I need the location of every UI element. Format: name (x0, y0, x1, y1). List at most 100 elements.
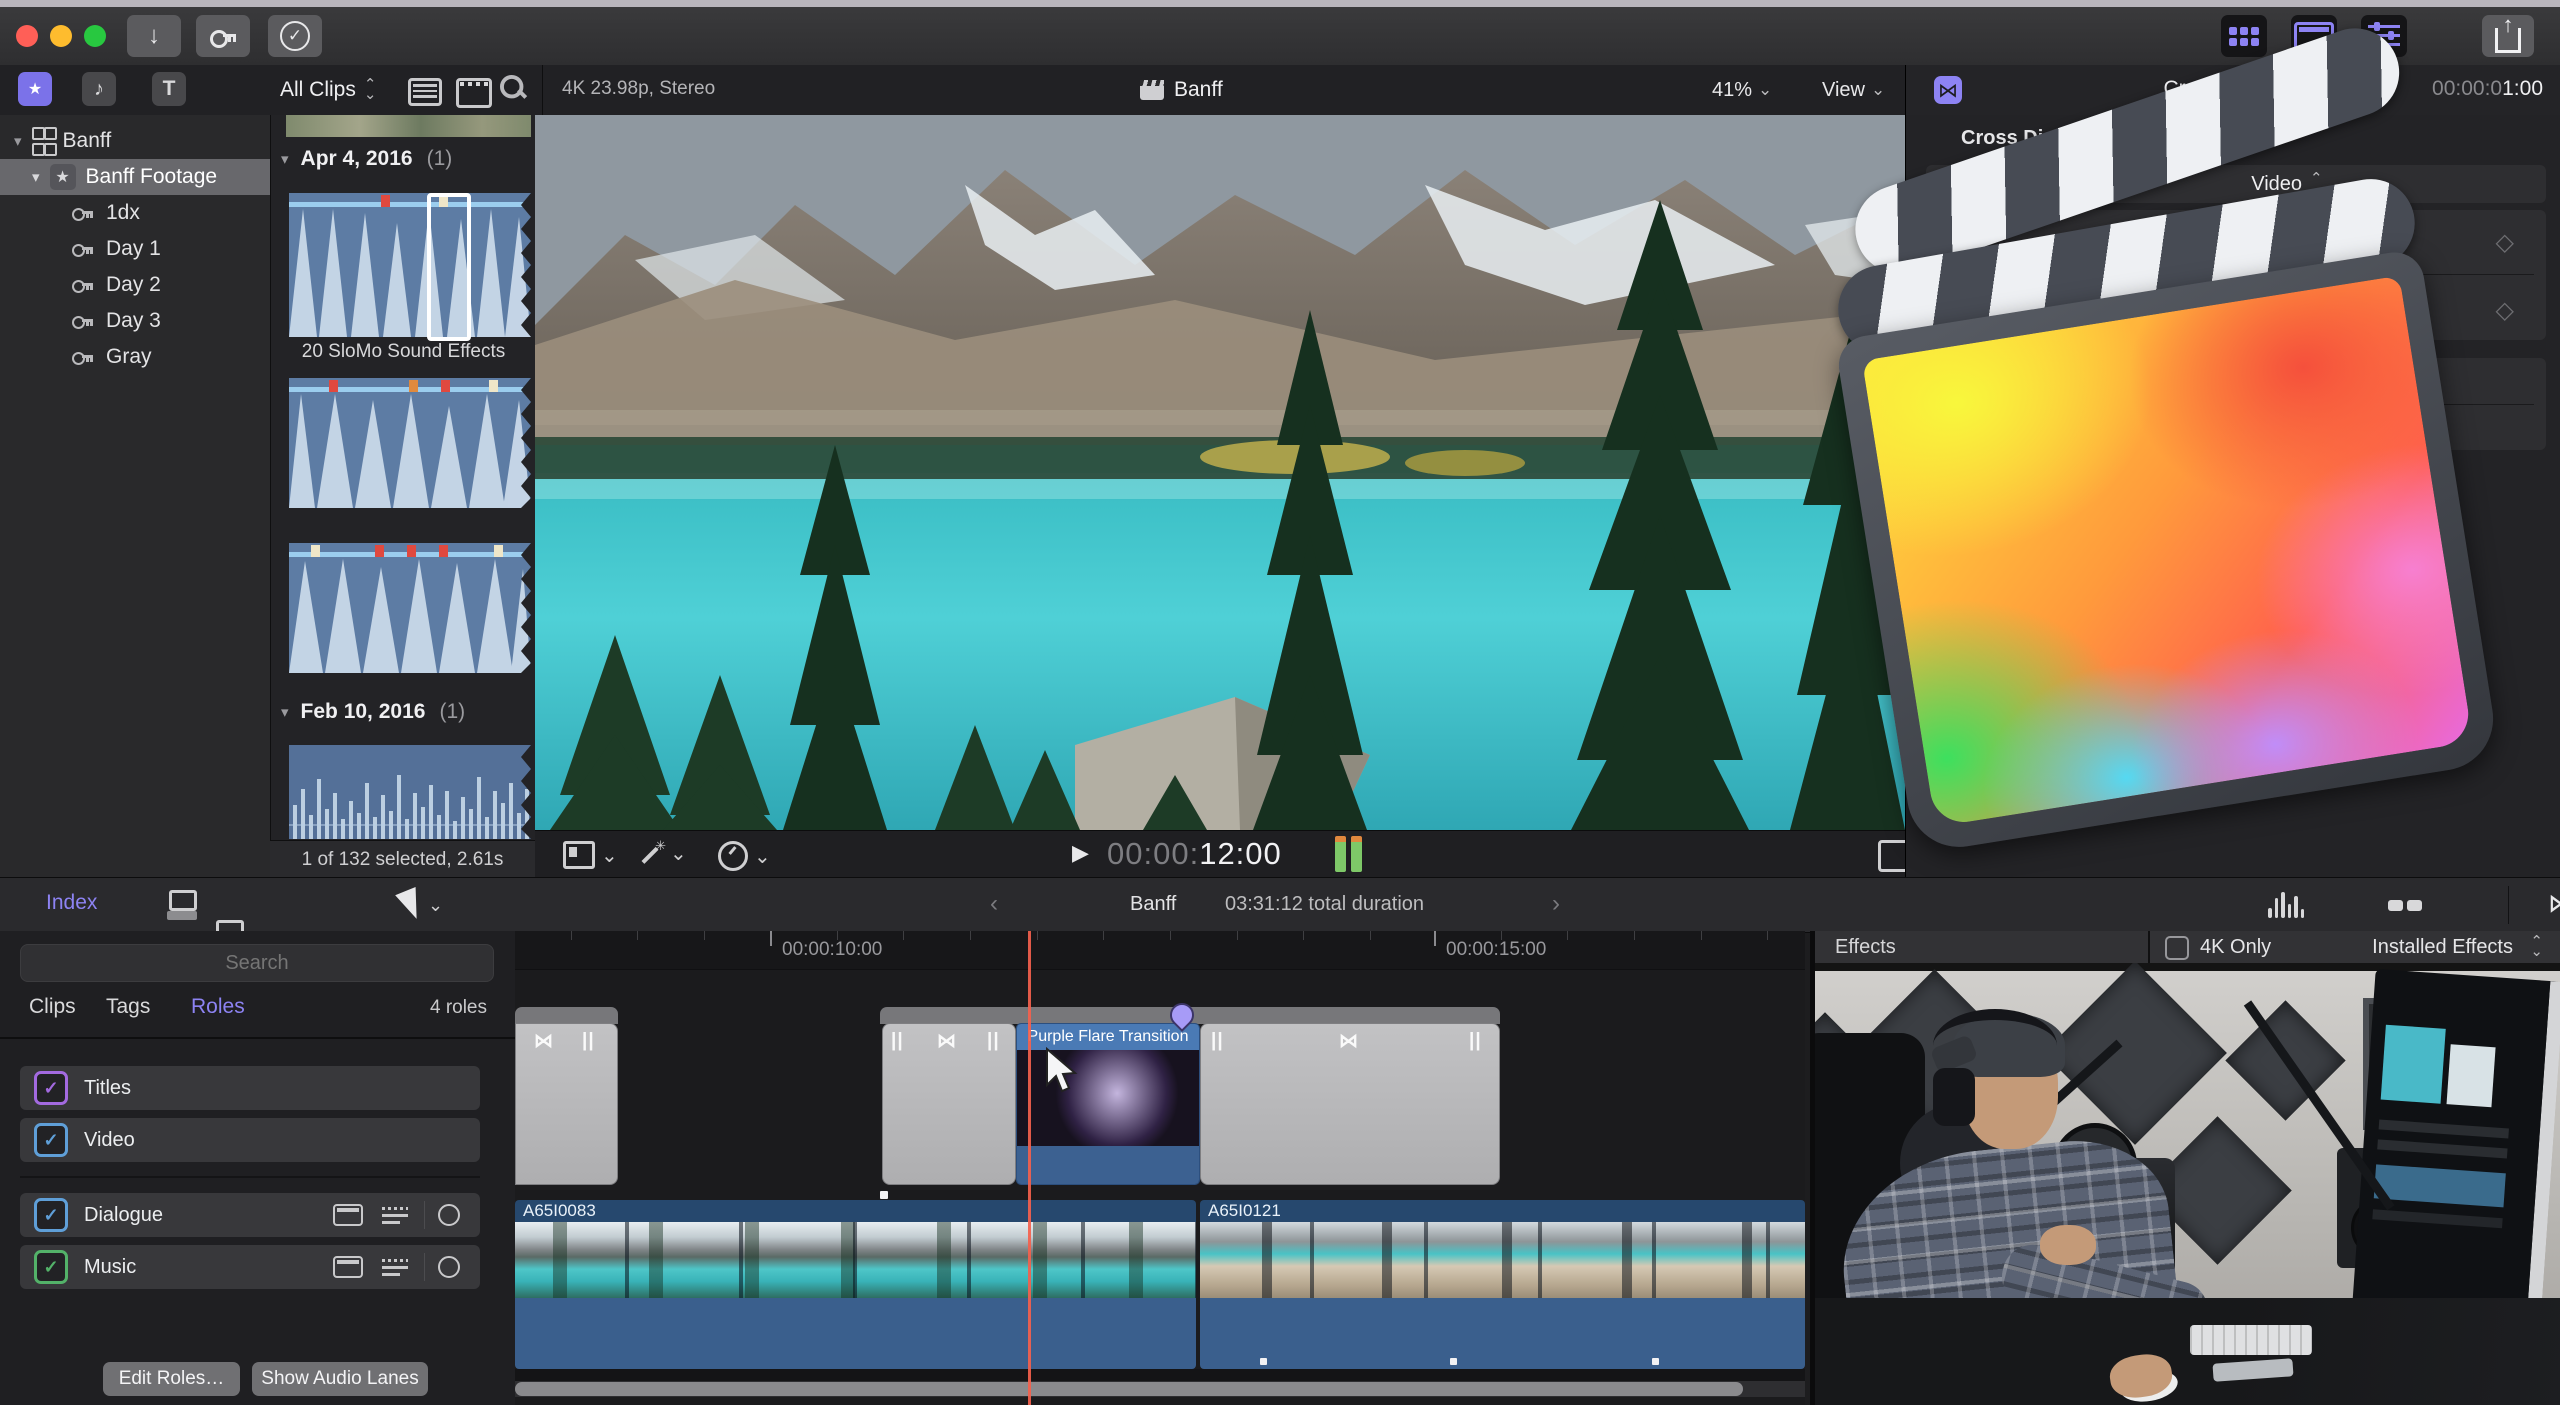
show-browser-button[interactable] (2221, 15, 2267, 57)
keyword-editor-button[interactable] (196, 15, 250, 57)
play-button[interactable]: ▶ (1072, 840, 1089, 866)
ruler-label: 00:00:10:00 (782, 939, 882, 961)
role-row-music[interactable]: ✓ Music (20, 1245, 480, 1289)
minimize-window-button[interactable] (50, 25, 72, 47)
search-input[interactable] (20, 944, 494, 982)
audio-skimming-button[interactable] (2268, 892, 2304, 918)
viewer-timecode[interactable]: 00:00:12:00 (1107, 836, 1282, 872)
snapping-button[interactable] (2388, 900, 2422, 911)
pause-badge-icon: || (582, 1030, 595, 1052)
sidebar-item-keyword[interactable]: 1dx (0, 195, 270, 231)
show-lanes-icon[interactable] (382, 1206, 408, 1224)
viewer-view-dropdown[interactable]: View ⌄ (1822, 65, 1885, 115)
video-clip-a65i0083[interactable]: A65I0083 (515, 1200, 1196, 1369)
playhead[interactable] (1028, 931, 1031, 1405)
clip-filter-dropdown[interactable]: All Clips ⌃⌄ (280, 65, 376, 115)
key-icon (210, 30, 236, 42)
role-row-titles[interactable]: ✓ Titles (20, 1066, 480, 1110)
scrollbar-thumb[interactable] (515, 1382, 1743, 1396)
tab-roles-active[interactable]: Roles (191, 995, 245, 1019)
disclosure-triangle-icon[interactable]: ▾ (281, 150, 289, 168)
connect-edit-button[interactable] (165, 890, 199, 920)
browser-clip-waveform-2[interactable] (289, 378, 531, 513)
list-view-button[interactable] (408, 78, 442, 106)
focus-role-button[interactable] (438, 1204, 460, 1226)
disclosure-triangle-icon[interactable]: ▾ (32, 168, 40, 186)
role-row-dialogue[interactable]: ✓ Dialogue (20, 1193, 480, 1237)
import-media-button[interactable]: ↓ (127, 15, 181, 57)
clip-thumbnail-partial[interactable] (286, 115, 531, 137)
tab-clips[interactable]: Clips (29, 995, 76, 1019)
sidebar-item-keyword[interactable]: Day 3 (0, 303, 270, 339)
audio-waveform-thumbnail (289, 378, 531, 508)
clip-audio-area (515, 1298, 1196, 1369)
filmstrip-view-button[interactable] (456, 78, 492, 108)
storyline-bar[interactable] (515, 1007, 618, 1024)
title-clip[interactable]: ⋈ || (515, 1023, 618, 1185)
show-lanes-icon[interactable] (382, 1258, 408, 1276)
person-hand (2040, 1225, 2096, 1265)
show-audio-lanes-button[interactable]: Show Audio Lanes (252, 1362, 428, 1396)
keyboard (2190, 1325, 2312, 1355)
share-button[interactable]: ↑ (2482, 15, 2534, 57)
minimize-lane-icon[interactable] (333, 1256, 363, 1278)
sidebar-item-keyword[interactable]: Day 1 (0, 231, 270, 267)
audio-meters[interactable] (1335, 836, 1362, 872)
checkbox-checked[interactable]: ✓ (34, 1123, 68, 1157)
transitions-browser-button[interactable]: ⋈ (2548, 888, 2560, 919)
background-tasks-button[interactable]: ✓ (268, 15, 322, 57)
timeline-ruler[interactable]: 00:00:10:00 00:00:15:00 (515, 931, 1805, 970)
role-row-video[interactable]: ✓ Video (20, 1118, 480, 1162)
browser-clip-waveform-3[interactable] (289, 543, 531, 678)
viewer-crop-menu[interactable]: ⌄ (563, 841, 618, 869)
focus-role-button[interactable] (438, 1256, 460, 1278)
viewer-enhancements-menu[interactable]: ⌄ (640, 841, 687, 866)
clip-range-selection[interactable] (427, 193, 471, 341)
library-clapper-icon[interactable]: ★ (18, 72, 52, 106)
disclosure-triangle-icon[interactable]: ▾ (281, 703, 289, 721)
viewer-project-title: Banff (1140, 65, 1223, 115)
search-button[interactable] (503, 78, 523, 98)
edit-roles-button[interactable]: Edit Roles… (103, 1362, 240, 1396)
minimize-lane-icon[interactable] (333, 1204, 363, 1226)
rainbow-gradient-face (1862, 276, 2473, 827)
keyword-icon (72, 316, 94, 326)
viewer-zoom-dropdown[interactable]: 41% ⌄ (1712, 65, 1772, 115)
index-button[interactable]: Index (46, 891, 97, 915)
title-clip[interactable]: || ⋈ || (1200, 1023, 1500, 1185)
title-clip[interactable]: || ⋈ || (882, 1023, 1016, 1185)
checkbox-unchecked[interactable] (2165, 936, 2189, 960)
browser-clip-waveform-4[interactable] (289, 745, 531, 844)
checkbox-checked[interactable]: ✓ (34, 1198, 68, 1232)
clip-name: A65I0121 (1208, 1201, 1281, 1221)
viewer-retime-menu[interactable]: ⌄ (718, 841, 771, 871)
previous-timeline-button[interactable]: ‹ (990, 890, 998, 918)
mouse-cursor (1045, 1047, 1079, 1095)
close-window-button[interactable] (16, 25, 38, 47)
checkbox-checked[interactable]: ✓ (34, 1250, 68, 1284)
titles-generators-sidebar-button[interactable]: T (152, 72, 186, 106)
transition-clip-selected[interactable]: Purple Flare Transition (1016, 1023, 1200, 1185)
updown-chevron-icon: ⌃⌄ (364, 80, 377, 100)
tab-tags[interactable]: Tags (106, 995, 150, 1019)
next-timeline-button[interactable]: › (1552, 890, 1560, 918)
installed-effects-dropdown[interactable]: Installed Effects (2372, 936, 2513, 959)
sidebar-item-keyword[interactable]: Day 2 (0, 267, 270, 303)
sidebar-item-library[interactable]: ▾ Banff (0, 123, 270, 159)
scrollbar-track[interactable] (515, 1381, 1805, 1397)
photos-audio-sidebar-button[interactable]: ♪ (82, 72, 116, 106)
timeline[interactable]: 00:00:10:00 00:00:15:00 ⋈ || || ⋈ || Pur… (515, 931, 1805, 1405)
sidebar-item-event-selected[interactable]: ▾ ★ Banff Footage (0, 159, 270, 195)
browser-toolbar: ★ ♪ T All Clips ⌃⌄ 4K 23.98p, Stereo Ban… (0, 65, 1905, 116)
audio-waveform-thumbnail (289, 543, 531, 673)
video-clip-a65i0121[interactable]: A65I0121 (1200, 1200, 1805, 1369)
disclosure-triangle-icon[interactable]: ▾ (14, 132, 22, 150)
zoom-window-button[interactable] (84, 25, 106, 47)
browser-group-header[interactable]: ▾ Apr 4, 2016 (1) (281, 147, 452, 171)
tool-palette-dropdown[interactable]: ⌄ (400, 890, 443, 920)
browser-clip-sound-effects[interactable] (289, 193, 531, 342)
checkbox-checked[interactable]: ✓ (34, 1071, 68, 1105)
chevron-down-icon: ⌄ (754, 844, 771, 869)
sidebar-item-keyword[interactable]: Gray (0, 339, 270, 375)
browser-group-header[interactable]: ▾ Feb 10, 2016 (1) (281, 700, 465, 724)
